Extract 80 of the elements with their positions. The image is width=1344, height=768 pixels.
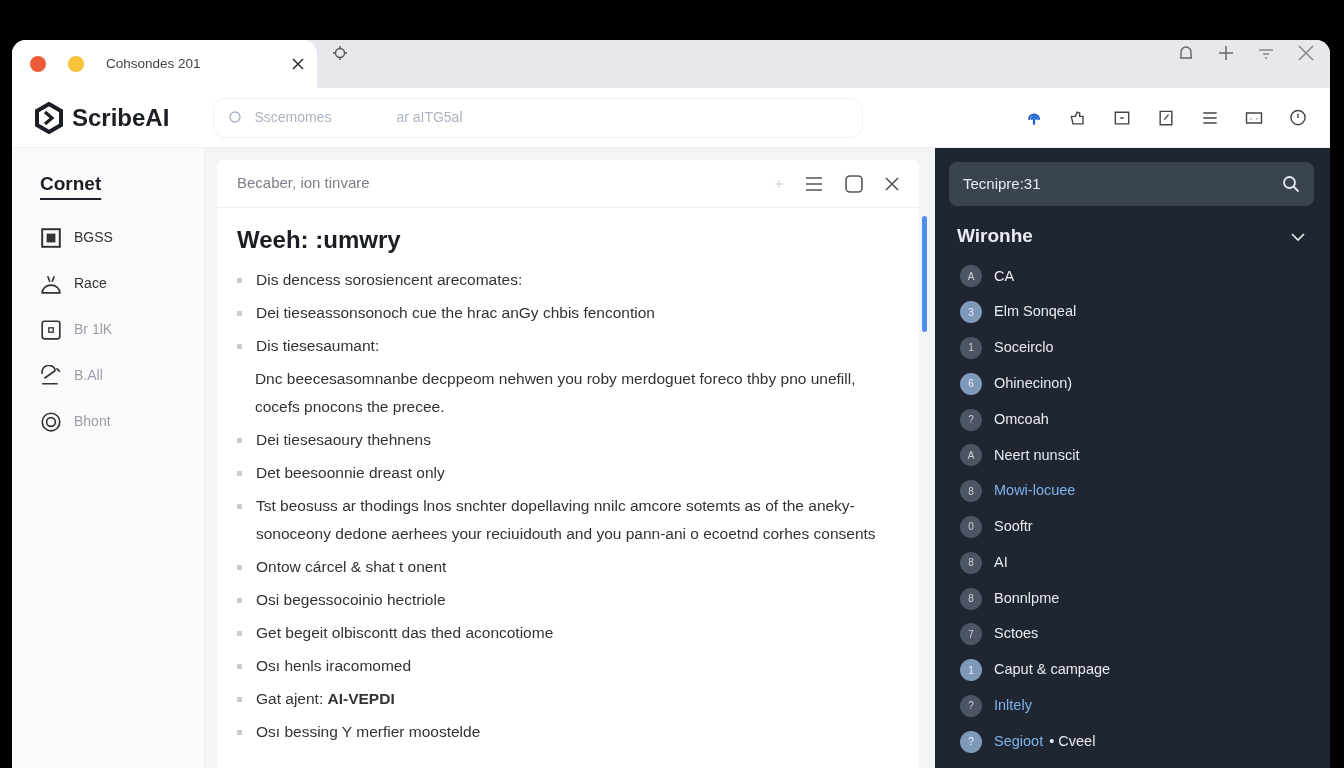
sidebar-title: Cornet: [40, 172, 102, 196]
list-item: Get begeit olbiscontt das thed aconcotiome: [256, 623, 554, 643]
square-icon[interactable]: [845, 174, 863, 193]
scrollbar[interactable]: [922, 216, 927, 332]
bullet-icon: [237, 311, 242, 316]
number-badge: A: [960, 265, 982, 288]
bullet-icon: [237, 471, 242, 476]
number-badge: 6: [960, 372, 982, 395]
minimize-dot[interactable]: [68, 56, 84, 72]
bell-icon[interactable]: [1178, 45, 1194, 61]
search-icon: [228, 110, 243, 125]
list-item: Dis dencess sorosiencent arecomates:: [256, 270, 523, 290]
list-item: Tst beosuss ar thodings lnos snchter dopellaving nnilc amcore sotemts as of the aneky-sonoceony dedone aerhees your reciuidouth and you pann-ani o ecoetnd corhes consents: [256, 496, 877, 544]
bullet-icon: [237, 278, 242, 283]
bullet-icon: [237, 565, 242, 570]
bullet-icon: [237, 664, 242, 669]
app-name: ScribeAI: [72, 102, 170, 133]
number-badge: 3: [960, 301, 982, 324]
list-item: Dei tieseassonsonoch cue the hrac anGy chbis fencontion: [256, 303, 655, 323]
search-icon[interactable]: [1282, 175, 1300, 193]
list-item: Ontow cárcel & shat t onent: [256, 557, 447, 577]
list-item: Dei tiesesaoury thehnens: [256, 430, 431, 450]
document-heading: Weeh: :umwry: [237, 225, 402, 255]
number-badge: ?: [960, 730, 982, 753]
close-icon[interactable]: [885, 176, 899, 191]
search-hint: ar aITG5al: [396, 108, 463, 127]
list-item: Osı bessing Y merfier moostelde: [256, 722, 481, 742]
close-dot[interactable]: [30, 56, 46, 72]
list-link[interactable]: AI: [994, 551, 1008, 574]
list-item: Det beesoonnie dreast only: [256, 463, 445, 483]
list-item: Osi begessocoinio hectriole: [256, 590, 446, 610]
add-icon[interactable]: [1218, 45, 1234, 61]
list-link[interactable]: Inltely: [994, 695, 1032, 717]
list-link[interactable]: Elm Sonqeal: [994, 301, 1077, 324]
close-icon[interactable]: [291, 57, 305, 71]
list-link[interactable]: Neert nunscit: [994, 444, 1080, 467]
bullet-icon: [237, 598, 242, 603]
list-link[interactable]: Soceirclo: [994, 337, 1054, 359]
number-badge: 0: [960, 515, 982, 538]
number-badge: 7: [960, 623, 982, 646]
number-badge: 8: [960, 587, 982, 610]
number-badge: ?: [960, 408, 982, 431]
list-item: Osı henls iracomomed: [256, 656, 412, 676]
list-label: • Cveel: [1049, 731, 1096, 751]
bullet-icon: [237, 438, 242, 443]
list-link[interactable]: Caput & campage: [994, 659, 1111, 682]
menu-icon[interactable]: [805, 176, 823, 191]
panel-search-field[interactable]: Tecnipre:31: [949, 162, 1314, 206]
list-link[interactable]: Sctoes: [994, 623, 1039, 646]
sidebar-item[interactable]: BGSS: [40, 214, 204, 261]
list-item: Gat ajent: AI-VEPDI: [256, 689, 395, 709]
number-badge: 8: [960, 551, 982, 574]
bullet-icon: [237, 631, 242, 636]
list-link[interactable]: Mowi-locuee: [994, 480, 1076, 503]
bullet-icon: [237, 504, 242, 509]
bullet-icon: [237, 697, 242, 702]
document-title: Becaber, ion tinvare: [237, 173, 371, 194]
bullet-icon: [237, 344, 242, 349]
number-badge: 1: [960, 337, 982, 359]
section-title: Wironhe: [957, 224, 1033, 248]
number-badge: ?: [960, 694, 982, 717]
number-badge: 8: [960, 480, 982, 503]
list-link[interactable]: Segioot: [994, 730, 1044, 753]
circle-icon: [40, 410, 62, 433]
list-link[interactable]: Ohinecinon): [994, 372, 1073, 395]
section-header[interactable]: Wironhe: [949, 222, 1314, 251]
list-link[interactable]: CA: [994, 265, 1015, 288]
number-badge: 1: [960, 659, 982, 682]
logo-icon: [34, 101, 64, 134]
square-icon: [40, 226, 62, 249]
sidebar-item[interactable]: Race: [40, 260, 204, 307]
list-link[interactable]: Bonnlpme: [994, 587, 1060, 610]
search-value: Tecnipre:31: [963, 173, 1041, 194]
bullet-icon: [237, 730, 242, 735]
list-link[interactable]: Sooftr: [994, 516, 1033, 538]
box-icon: [40, 318, 62, 341]
list-link[interactable]: Omcoah: [994, 408, 1049, 431]
list-item: Dnc beecesasomnanbe decppeom nehwen you roby merdoguet foreco thby pno unefill, cocefs pnocons the precee.: [254, 369, 857, 417]
number-badge: A: [960, 444, 982, 467]
list-item: Dis tiesesaumant:: [256, 336, 380, 356]
